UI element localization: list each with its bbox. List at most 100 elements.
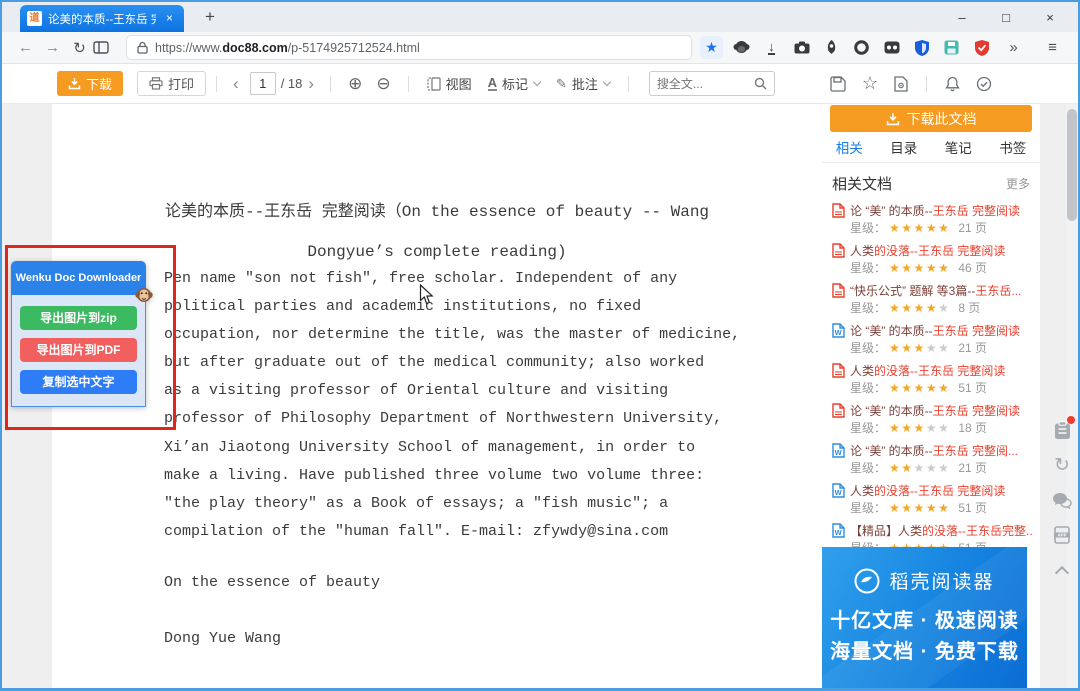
forward-button[interactable]: → <box>39 39 66 56</box>
extension-shield-red-icon[interactable] <box>973 39 990 56</box>
export-doc-icon[interactable] <box>894 75 908 92</box>
scrollbar[interactable] <box>1066 104 1078 688</box>
more-link[interactable]: 更多 <box>1006 175 1030 192</box>
related-doc-item[interactable]: “快乐公式” 题解 等3篇--王东岳... 星级： ★★★★★ 8 页 <box>832 281 1032 316</box>
related-doc-item[interactable]: 论 “美” 的本质--王东岳 完整阅读 星级： ★★★★★ 18 页 <box>832 401 1032 436</box>
close-button[interactable]: × <box>1028 10 1072 25</box>
feedback-clipboard-icon[interactable] <box>1051 416 1075 441</box>
star-empty-icon: ★ <box>913 460 926 475</box>
download-tray-icon <box>68 77 81 90</box>
browser-tab[interactable]: 道 论美的本质--王东岳 完整阅读（ × <box>20 5 184 32</box>
doc-text-line: as a visiting professor of Oriental cult… <box>164 382 669 400</box>
back-to-top-icon[interactable] <box>1051 559 1073 581</box>
star-filled-icon: ★ <box>901 300 914 315</box>
tab-close-icon[interactable]: × <box>162 11 177 26</box>
doc-pages: 46 页 <box>958 261 988 275</box>
popup-action-button[interactable]: 复制选中文字 <box>20 370 137 394</box>
related-doc-item[interactable]: W 论 “美” 的本质--王东岳 完整阅读 星级： ★★★★★ 21 页 <box>832 321 1032 356</box>
popup-action-button[interactable]: 导出图片到zip <box>20 306 137 330</box>
ad-banner[interactable]: 稻壳阅读器 十亿文库 · 极速阅读 海量文档 · 免费下载 <box>822 547 1027 688</box>
extension-download-icon[interactable]: ↓ <box>763 39 780 56</box>
doc-title-red: 王东岳 完整阅读 <box>932 203 1020 218</box>
doc-title[interactable]: 【精品】人类的没落--王东岳完整... <box>850 522 1032 539</box>
related-doc-item[interactable]: 论 “美” 的本质--王东岳 完整阅读 星级： ★★★★★ 21 页 <box>832 201 1032 236</box>
doc-title-dark: 论 “美” 的本质-- <box>850 403 933 418</box>
doc-title[interactable]: 论 “美” 的本质--王东岳 完整阅... <box>850 442 1032 459</box>
reload-button[interactable]: ↻ <box>66 39 93 57</box>
doc-title[interactable]: 人类的没落--王东岳 完整阅读 <box>850 242 1032 259</box>
tab-notes[interactable]: 笔记 <box>931 137 986 157</box>
related-doc-item[interactable]: 人类的没落--王东岳 完整阅读 星级： ★★★★★ 51 页 <box>832 361 1032 396</box>
related-doc-item[interactable]: 人类的没落--王东岳 完整阅读 星级： ★★★★★ 46 页 <box>832 241 1032 276</box>
zoom-in-button[interactable]: ⊕ <box>341 74 369 94</box>
next-page-button[interactable]: › <box>302 74 320 94</box>
search-icon[interactable] <box>754 77 767 90</box>
doc-title[interactable]: 人类的没落--王东岳 完整阅读 <box>850 482 1032 499</box>
favorite-star-icon[interactable]: ☆ <box>862 73 878 94</box>
doc-title[interactable]: 论 “美” 的本质--王东岳 完整阅读 <box>850 202 1032 219</box>
star-filled-icon: ★ <box>938 260 951 275</box>
mobile-app-icon[interactable]: APP <box>1051 524 1073 546</box>
doc-title[interactable]: 论 “美” 的本质--王东岳 完整阅读 <box>850 402 1032 419</box>
doc-title[interactable]: “快乐公式” 题解 等3篇--王东岳... <box>850 282 1032 299</box>
star-filled-icon: ★ <box>913 340 926 355</box>
wenku-downloader-popup[interactable]: Wenku Doc Downloader 导出图片到zip 导出图片到PDF 复制选… <box>11 261 153 407</box>
history-icon[interactable]: ↻ <box>1051 454 1073 476</box>
word-file-icon: W <box>832 482 845 498</box>
print-button[interactable]: 打印 <box>137 71 207 96</box>
sidebar-download-button[interactable]: 下载此文档 <box>830 105 1032 132</box>
verify-check-icon[interactable] <box>976 76 992 92</box>
extension-rocket-icon[interactable] <box>823 39 840 56</box>
doc-title[interactable]: 人类的没落--王东岳 完整阅读 <box>850 362 1032 379</box>
menu-icon[interactable]: ≡ <box>1039 39 1066 56</box>
chevron-down-icon <box>532 77 542 87</box>
scrollbar-thumb[interactable] <box>1067 109 1077 221</box>
minimize-button[interactable]: – <box>940 10 984 25</box>
tab-related[interactable]: 相关 <box>822 137 877 157</box>
page-number-input[interactable] <box>249 72 276 95</box>
star-empty-icon: ★ <box>925 460 939 475</box>
doc-title-red: 的没落--王东岳 完整阅读 <box>874 483 1006 498</box>
new-tab-button[interactable]: + <box>198 7 222 27</box>
star-filled-icon: ★ <box>913 420 926 435</box>
svg-text:W: W <box>835 328 843 337</box>
extension-panda-icon[interactable] <box>883 39 900 56</box>
related-doc-item[interactable]: W 人类的没落--王东岳 完整阅读 星级： ★★★★★ 51 页 <box>832 481 1032 516</box>
url-text: https://www.doc88.com/p-5174925712524.ht… <box>155 40 420 55</box>
prev-page-button[interactable]: ‹ <box>227 74 245 94</box>
search-input[interactable] <box>656 76 754 91</box>
annotate-button[interactable]: ✎ 批注 <box>548 74 618 93</box>
doc-pages: 21 页 <box>958 221 988 235</box>
address-bar[interactable]: https://www.doc88.com/p-5174925712524.ht… <box>126 35 692 60</box>
chat-service-icon[interactable] <box>1051 489 1073 511</box>
zoom-out-button[interactable]: ⊖ <box>369 74 397 94</box>
rating-label: 星级： <box>850 261 887 275</box>
doc-rating-row: 星级： ★★★★★ 51 页 <box>832 379 1032 396</box>
maximize-button[interactable]: □ <box>984 10 1028 25</box>
star-filled-icon: ★ <box>901 500 914 515</box>
save-icon[interactable] <box>830 75 846 92</box>
back-button[interactable]: ← <box>12 39 39 56</box>
document-title: 论美的本质--王东岳 完整阅读（On the essence of beauty… <box>68 192 806 272</box>
related-doc-item[interactable]: W 论 “美” 的本质--王东岳 完整阅... 星级： ★★★★★ 21 页 <box>832 441 1032 476</box>
view-button[interactable]: 视图 <box>419 74 480 93</box>
download-button[interactable]: 下载 <box>57 71 124 96</box>
doc-title[interactable]: 论 “美” 的本质--王东岳 完整阅读 <box>850 322 1032 339</box>
sidebar-toggle-icon[interactable] <box>93 41 120 54</box>
fulltext-search-box[interactable] <box>648 71 775 96</box>
extension-camera-icon[interactable] <box>793 39 810 56</box>
extension-monkey-icon[interactable] <box>733 39 750 56</box>
popup-action-button[interactable]: 导出图片到PDF <box>20 338 137 362</box>
extension-shield-blue-icon[interactable] <box>913 39 930 56</box>
toolbar-divider <box>407 75 409 92</box>
mark-button[interactable]: A 标记 <box>480 74 548 93</box>
tab-title: 论美的本质--王东岳 完整阅读（ <box>48 13 156 26</box>
tab-contents[interactable]: 目录 <box>877 137 932 157</box>
bookmark-star-icon[interactable]: ★ <box>700 36 723 59</box>
extension-floppy-teal-icon[interactable] <box>943 39 960 56</box>
bell-icon[interactable] <box>945 76 960 92</box>
overflow-icon[interactable]: » <box>1000 39 1027 56</box>
extension-ring-icon[interactable] <box>853 39 870 56</box>
doc-text-line: political parties and academic instituti… <box>164 298 642 316</box>
tab-bookmarks[interactable]: 书签 <box>986 137 1041 157</box>
